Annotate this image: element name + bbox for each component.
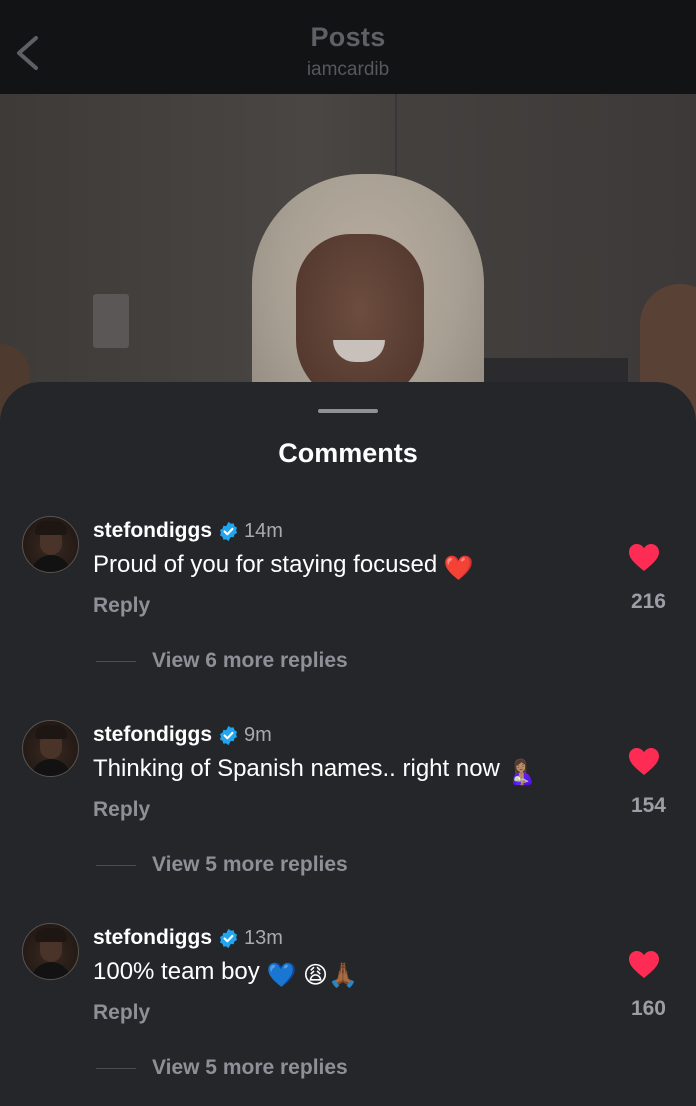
- avatar[interactable]: [22, 516, 79, 573]
- comment-emoji: ❤️: [443, 555, 474, 582]
- comment-emoji: 💙 😩🙏🏾: [266, 962, 358, 989]
- comment-text-row: Proud of you for staying focused ❤️: [93, 551, 474, 583]
- like-button[interactable]: [628, 543, 664, 575]
- view-more-replies-label: View 5 more replies: [152, 853, 348, 876]
- comment-item: stefondiggs 9m Thinking of Spanish names…: [0, 720, 696, 920]
- heart-icon: [628, 748, 660, 781]
- verified-badge-icon: [218, 521, 239, 542]
- comment-time: 14m: [244, 519, 283, 542]
- comment-text: 100% team boy: [93, 958, 260, 985]
- comment-meta: stefondiggs 14m: [93, 517, 283, 545]
- comment-time: 13m: [244, 926, 283, 949]
- sheet-grabber[interactable]: [318, 409, 378, 413]
- video-player[interactable]: [0, 94, 696, 424]
- like-count: 216: [630, 590, 666, 613]
- reply-button[interactable]: Reply: [93, 1001, 150, 1025]
- video-person-face: [296, 234, 424, 404]
- comments-title: Comments: [278, 438, 418, 468]
- top-bar: Posts iamcardib: [0, 0, 696, 94]
- comment-meta: stefondiggs 9m: [93, 721, 272, 749]
- verified-badge-icon: [218, 725, 239, 746]
- avatar[interactable]: [22, 923, 79, 980]
- thread-divider: [96, 660, 136, 662]
- thread-divider: [96, 1067, 136, 1069]
- comment-text-row: 100% team boy 💙 😩🙏🏾: [93, 958, 358, 990]
- like-button[interactable]: [628, 747, 664, 779]
- comment-item: stefondiggs 14m Proud of you for staying…: [0, 516, 696, 716]
- comment-meta: stefondiggs 13m: [93, 924, 283, 952]
- comment-time: 9m: [244, 723, 272, 746]
- header-titles: Posts iamcardib: [0, 22, 696, 81]
- view-more-replies-button[interactable]: View 6 more replies: [96, 646, 348, 676]
- view-more-replies-label: View 5 more replies: [152, 1056, 348, 1079]
- avatar[interactable]: [22, 720, 79, 777]
- view-more-replies-label: View 6 more replies: [152, 649, 348, 672]
- comment-text: Proud of you for staying focused: [93, 551, 438, 578]
- comment-text: Thinking of Spanish names.. right now: [93, 755, 500, 782]
- heart-icon: [628, 544, 660, 577]
- comment-text-row: Thinking of Spanish names.. right now 🤱🏽: [93, 755, 536, 787]
- comment-username[interactable]: stefondiggs: [93, 926, 212, 950]
- like-button[interactable]: [628, 950, 664, 982]
- like-count: 154: [630, 794, 666, 817]
- comment-emoji: 🤱🏽: [506, 759, 537, 786]
- page-subtitle: iamcardib: [306, 59, 390, 80]
- comment-item: stefondiggs 13m 100% team boy 💙 😩🙏🏾 Repl…: [0, 923, 696, 1106]
- comments-sheet: Comments stefondiggs 14m Proud of you fo…: [0, 382, 696, 1106]
- reply-button[interactable]: Reply: [93, 798, 150, 822]
- reply-button[interactable]: Reply: [93, 594, 150, 618]
- heart-icon: [628, 951, 660, 984]
- video-light-switch: [93, 294, 129, 348]
- video-shelf: [478, 358, 628, 382]
- view-more-replies-button[interactable]: View 5 more replies: [96, 1053, 348, 1083]
- thread-divider: [96, 864, 136, 866]
- comment-username[interactable]: stefondiggs: [93, 723, 212, 747]
- like-count: 160: [630, 997, 666, 1020]
- verified-badge-icon: [218, 928, 239, 949]
- page-title: Posts: [310, 22, 386, 52]
- view-more-replies-button[interactable]: View 5 more replies: [96, 850, 348, 880]
- comment-username[interactable]: stefondiggs: [93, 519, 212, 543]
